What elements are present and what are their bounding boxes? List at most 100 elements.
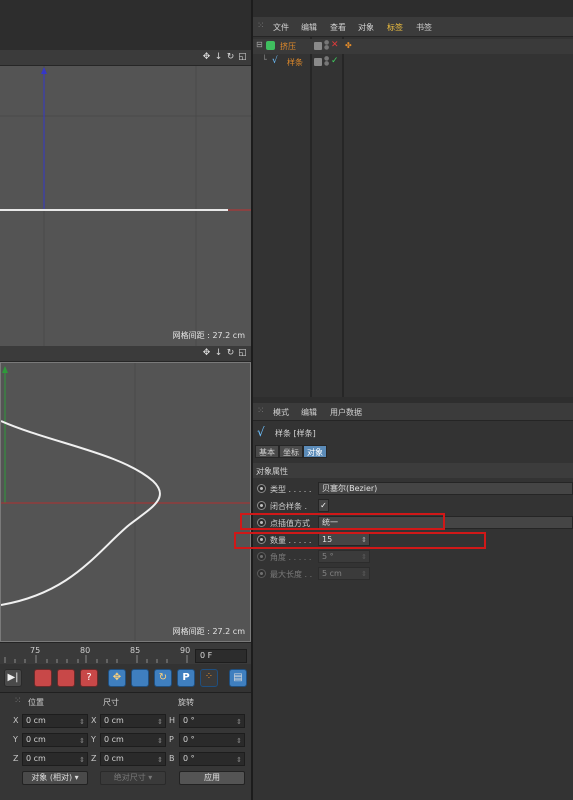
viewport-top-toolbar: ✥ ↓ ↻ ◱ [0,50,251,66]
animate-radio [257,552,266,561]
size-z-field[interactable]: 0 cm ⇕ [100,752,166,766]
y-axis-arrow [2,366,8,373]
menu-user-data[interactable]: 用户数据 [330,407,362,418]
position-z-field[interactable]: 0 cm ⇕ [22,752,88,766]
menu-bookmarks[interactable]: 书签 [416,22,432,33]
menu-edit[interactable]: 编辑 [301,407,317,418]
attribute-manager-menubar: ⁙ 模式 编辑 用户数据 [253,403,573,421]
layer-icon[interactable] [314,58,322,66]
size-x-field[interactable]: 0 cm ⇕ [100,714,166,728]
key-pla-icon[interactable]: ⁘ [200,669,218,687]
viewport-bottom-toolbar: ✥ ↓ ↻ ◱ [0,346,251,362]
timeline-tick-label: 80 [80,646,91,655]
size-header: 尺寸 [103,698,119,707]
menu-edit[interactable]: 编辑 [301,22,317,33]
spline-curve [1,420,161,606]
close-spline-checkbox[interactable]: ✓ [318,499,329,512]
attribute-manager: √ 样条 [样条] 基本 坐标 对象 对象属性 类型 . . . . . 贝塞尔… [253,421,573,800]
prop-type: 类型 . . . . . 贝塞尔(Bezier) [253,480,573,497]
record-keyframe-icon[interactable] [34,669,52,687]
key-scale-icon[interactable] [131,669,149,687]
pos-axis-label: Y [13,735,18,744]
keyframe-help-icon[interactable]: ? [80,669,98,687]
move-view-icon[interactable]: ✥ [202,349,211,358]
rotate-view-icon[interactable]: ↻ [226,349,235,358]
rotation-h-field[interactable]: 0 ° ⇕ [179,714,245,728]
transport-bar: ▶| ? ✥ ↻ P ⁘ ▤ [0,664,251,692]
visibility-dots-icon[interactable]: ● ● [324,40,329,51]
grid-spacing-label: 网格间距 : 27.2 cm [172,331,245,340]
timeline-ruler[interactable]: 75 80 85 90 0 F [0,642,251,664]
position-x-field[interactable]: 0 cm ⇕ [22,714,88,728]
timeline-tick-label: 75 [30,646,41,655]
grid-spacing-label: 网格间距 : 27.2 cm [172,627,245,636]
highlight-box-interpolation [240,513,445,530]
tab-object[interactable]: 对象 [303,445,327,458]
position-y-field[interactable]: 0 cm ⇕ [22,733,88,747]
apply-button[interactable]: 应用 [179,771,245,785]
prop-label: 角度 . . . . . [270,553,312,562]
size-mode-select[interactable]: 绝对尺寸 ▾ [100,771,166,785]
auto-keyframe-icon[interactable] [57,669,75,687]
size-axis-label: Y [91,735,96,744]
timeline-window-icon[interactable]: ▤ [229,669,247,687]
size-axis-label: X [91,716,97,725]
menu-view[interactable]: 查看 [330,22,346,33]
maximize-view-icon[interactable]: ◱ [238,53,247,62]
y-axis-arrow [41,67,47,74]
layer-icon[interactable] [314,42,322,50]
spline-icon: √ [257,425,265,439]
tree-branch-icon: └ [262,55,267,64]
animate-radio[interactable] [257,484,266,493]
prop-label: 类型 . . . . . [270,485,312,494]
type-select[interactable]: 贝塞尔(Bezier) [318,482,573,495]
object-row-extrude[interactable]: ⊟ 挤压 ● ● ✕ ✤ [253,39,573,54]
viewport-bottom-canvas [1,363,250,641]
phong-tag-icon[interactable]: ✤ [345,41,352,50]
tab-basic[interactable]: 基本 [255,445,279,458]
menu-file[interactable]: 文件 [273,22,289,33]
enabled-check-icon[interactable]: ✓ [331,56,339,66]
extrude-icon [266,41,275,50]
prop-label: 最大长度 . . [270,570,313,579]
rot-axis-label: P [169,735,174,744]
rotation-header: 旋转 [178,698,194,707]
panel-grip-icon: ⁙ [257,406,265,416]
goto-end-icon[interactable]: ▶| [4,669,22,687]
end-frame-input[interactable]: 0 F [195,649,247,663]
prop-max-length: 最大长度 . . 5 cm ⇕ [253,565,573,582]
object-manager: ⊟ 挤压 ● ● ✕ ✤ └ √ 样条 ● ● ✓ [253,37,573,397]
animate-radio[interactable] [257,501,266,510]
viewport-top[interactable]: 网格间距 : 27.2 cm [0,66,251,346]
max-length-input: 5 cm ⇕ [318,567,370,580]
size-y-field[interactable]: 0 cm ⇕ [100,733,166,747]
disabled-x-icon[interactable]: ✕ [331,40,339,50]
maximize-view-icon[interactable]: ◱ [238,349,247,358]
position-header: 位置 [28,698,44,707]
rotation-p-field[interactable]: 0 ° ⇕ [179,733,245,747]
menu-tags[interactable]: 标签 [387,22,403,33]
object-name[interactable]: 样条 [287,57,303,68]
collapse-icon[interactable]: ⊟ [256,40,263,49]
visibility-dots-icon[interactable]: ● ● [324,56,329,67]
object-name[interactable]: 挤压 [280,41,296,52]
prop-close-spline: 闭合样条 . ✓ [253,497,573,514]
object-row-spline[interactable]: └ √ 样条 ● ● ✓ [253,55,573,70]
menu-mode[interactable]: 模式 [273,407,289,418]
menu-objects[interactable]: 对象 [358,22,374,33]
key-rotation-icon[interactable]: ↻ [154,669,172,687]
viewport-bottom[interactable]: 网格间距 : 27.2 cm [0,362,251,642]
coordinate-mode-select[interactable]: 对象 (相对) ▾ [22,771,88,785]
object-title: 样条 [样条] [275,429,316,438]
tab-coord[interactable]: 坐标 [279,445,303,458]
move-view-icon[interactable]: ✥ [202,53,211,62]
timeline-tick-label: 90 [180,646,191,655]
key-position-icon[interactable]: ✥ [108,669,126,687]
rotate-view-icon[interactable]: ↻ [226,53,235,62]
zoom-view-icon[interactable]: ↓ [214,53,223,62]
zoom-view-icon[interactable]: ↓ [214,349,223,358]
rotation-b-field[interactable]: 0 ° ⇕ [179,752,245,766]
prop-angle: 角度 . . . . . 5 ° ⇕ [253,548,573,565]
top-gap [0,0,251,50]
key-parameter-icon[interactable]: P [177,669,195,687]
